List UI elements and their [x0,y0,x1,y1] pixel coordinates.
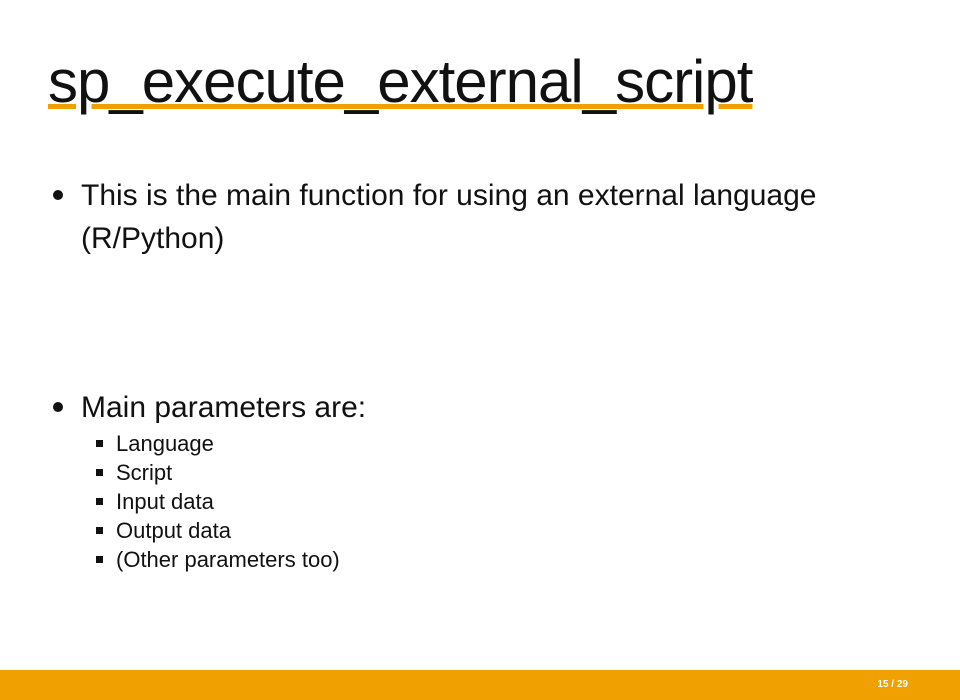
slide: sp_execute_external_script This is the m… [0,0,960,700]
list-item-text: Language [116,431,214,456]
slide-title: sp_execute_external_script [48,48,753,115]
bullet-item: This is the main function for using an e… [48,174,898,260]
square-bullet-icon [96,556,103,563]
list-item-text: (Other parameters too) [116,547,340,572]
bullet-block-intro: This is the main function for using an e… [48,174,898,260]
page-indicator: 15 / 29 [877,679,908,690]
bullet-block-parameters: Main parameters are: Language Script Inp… [48,386,898,574]
square-bullet-icon [96,527,103,534]
bullet-item: Main parameters are: [48,386,898,429]
bullet-text: Main parameters are: [81,391,367,424]
square-bullet-icon [96,469,103,476]
list-item-text: Input data [116,489,214,514]
list-item-text: Output data [116,518,231,543]
list-item: (Other parameters too) [96,545,898,574]
list-item: Script [96,458,898,487]
bullet-dot-icon [53,190,63,200]
square-bullet-icon [96,440,103,447]
list-item: Output data [96,516,898,545]
bullet-text: This is the main function for using an e… [81,179,817,255]
list-item: Language [96,429,898,458]
parameter-list: Language Script Input data Output data (… [96,429,898,574]
square-bullet-icon [96,498,103,505]
footer-bar: 15 / 29 [0,670,960,700]
bullet-dot-icon [53,402,63,412]
list-item: Input data [96,487,898,516]
list-item-text: Script [116,460,173,485]
